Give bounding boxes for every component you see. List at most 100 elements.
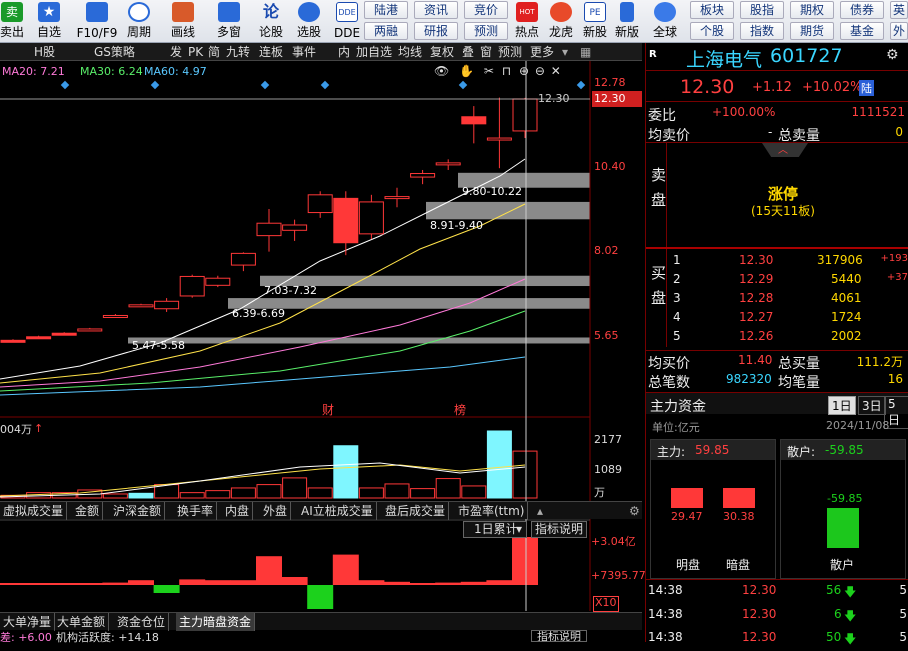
tab-outer[interactable]: 外盘 — [260, 502, 292, 520]
menu-pk[interactable]: PK — [186, 44, 205, 60]
dde-button[interactable]: DDE DDE — [334, 0, 360, 43]
f10-icon — [86, 2, 108, 22]
bonds-button[interactable]: 债券 — [840, 1, 884, 19]
period-button[interactable]: 周期 — [122, 0, 156, 43]
main-toolbar: 卖卖出 ★ 自选 F10/F9 周期 画线 多窗 论论股 选股 DDE DDE 陆港… — [0, 0, 908, 43]
forex-button[interactable]: 外 — [890, 22, 908, 40]
event-diamond-icon[interactable] — [320, 80, 330, 90]
f10-button[interactable]: F10/F9 — [74, 0, 120, 43]
menu-adjust[interactable]: 复权 — [428, 44, 456, 60]
menu-fa[interactable]: 发 — [168, 44, 184, 60]
event-diamond-icon[interactable] — [260, 80, 270, 90]
event-diamond-icon[interactable] — [150, 80, 160, 90]
stock-picker-button[interactable]: 选股 — [292, 0, 326, 43]
bid-row[interactable]: 2 12.29 5440 +37 — [667, 270, 908, 290]
research-button[interactable]: 研报 — [414, 22, 458, 40]
event-diamond-icon[interactable] — [458, 80, 468, 90]
axis-price-3: 10.40 — [594, 160, 626, 173]
options-button[interactable]: 期权 — [790, 1, 834, 19]
menu-events[interactable]: 事件 — [290, 44, 318, 60]
ipo-button[interactable]: PE 新股 — [580, 0, 610, 43]
buy-book: 1 12.30 317906 +193 2 12.29 5440 +37 3 12.28 406… — [666, 249, 908, 347]
watchlist-button[interactable]: ★ 自选 — [30, 0, 68, 43]
tab-ai-volume[interactable]: AI立桩成交量 — [298, 502, 377, 520]
period-select[interactable]: 1日累计 ▾ — [463, 521, 527, 538]
menu-gs-strategy[interactable]: GS策略 — [92, 44, 137, 60]
main-fund-box: 主力: 59.85 29.47 30.38 — [650, 439, 776, 579]
tab-main-dark-fund[interactable]: 主力暗盘资金 — [176, 613, 256, 631]
capital-tab-1d[interactable]: 1日 — [828, 396, 856, 415]
tab-inner[interactable]: 内盘 — [222, 502, 254, 520]
english-button[interactable]: 英 — [890, 1, 908, 19]
candle-body — [26, 336, 52, 340]
news-button[interactable]: 资讯 — [414, 1, 458, 19]
tab-pe-ttm[interactable]: 市盈率(ttm) — [455, 502, 529, 520]
discuss-button[interactable]: 论论股 — [254, 0, 288, 43]
menu-nei[interactable]: 内 — [336, 44, 352, 60]
axis-price-5: 5.65 — [594, 329, 619, 342]
tab-fund-position[interactable]: 资金仓位 — [114, 613, 170, 631]
dragon-tiger-button[interactable]: 龙虎 — [546, 0, 576, 43]
bid-row[interactable]: 4 12.27 1724 — [667, 308, 908, 328]
menu-ma[interactable]: 均线 — [396, 44, 424, 60]
global-button[interactable]: 全球 — [648, 0, 682, 43]
new-version-button[interactable]: 新版 — [612, 0, 642, 43]
hk-connect-button[interactable]: 陆港 — [364, 1, 408, 19]
sell-icon: 卖 — [1, 2, 23, 22]
bid-row[interactable]: 1 12.30 317906 +193 — [667, 251, 908, 271]
auction-button[interactable]: 竞价 — [464, 1, 508, 19]
indicator-help-button[interactable]: 指标说明 — [531, 521, 587, 538]
sector-button[interactable]: 板块 — [690, 1, 734, 19]
menu-limit-up[interactable]: 连板 — [257, 44, 285, 60]
status-help-button[interactable]: 指标说明 — [531, 630, 587, 642]
kline-chart[interactable] — [0, 61, 642, 642]
candle-body — [358, 201, 384, 235]
stocks-button[interactable]: 个股 — [690, 22, 734, 40]
menu-nine-turn[interactable]: 九转 — [224, 44, 252, 60]
funds-button[interactable]: 基金 — [840, 22, 884, 40]
menu-dropdown-icon[interactable]: ▾ — [560, 44, 570, 60]
indices-button[interactable]: 指数 — [740, 22, 784, 40]
tab-big-net[interactable]: 大单净量 — [0, 613, 56, 631]
bottom-tabbar: 大单净量 大单金额 资金仓位 主力暗盘资金 — [0, 612, 642, 631]
multi-window-button[interactable]: 多窗 — [212, 0, 246, 43]
tab-sh-sz-amount[interactable]: 沪深金额 — [110, 502, 166, 520]
marker-ranking[interactable]: 榜 — [454, 402, 466, 418]
hot-button[interactable]: HOT 热点 — [512, 0, 542, 43]
index-futures-button[interactable]: 股指 — [740, 1, 784, 19]
draw-line-button[interactable]: 画线 — [166, 0, 200, 43]
bid-row[interactable]: 3 12.28 4061 — [667, 289, 908, 309]
volume-bar — [282, 477, 308, 499]
tab-after-hours-volume[interactable]: 盘后成交量 — [382, 502, 450, 520]
settings-icon[interactable]: ⚙ — [886, 47, 899, 63]
volume-axis-1: 2177 — [594, 433, 622, 446]
menu-hshare[interactable]: H股 — [32, 44, 57, 60]
candle-body — [307, 194, 333, 214]
menu-simple[interactable]: 简 — [206, 44, 222, 60]
menu-forecast[interactable]: 预测 — [496, 44, 524, 60]
futures-button[interactable]: 期货 — [790, 22, 834, 40]
indicator-tabbar: 虚拟成交量 金额 沪深金额 换手率 内盘 外盘 AI立桩成交量 盘后成交量 市盈… — [0, 501, 643, 520]
forecast-button[interactable]: 预测 — [464, 22, 508, 40]
menu-window[interactable]: 窗 — [478, 44, 494, 60]
menu-more[interactable]: 更多 — [528, 44, 556, 60]
event-diamond-icon[interactable] — [60, 80, 70, 90]
fund-bar — [102, 582, 129, 585]
margin-button[interactable]: 两融 — [364, 22, 408, 40]
event-diamond-icon[interactable] — [576, 80, 586, 90]
menu-add-watchlist[interactable]: 加自选 — [354, 44, 394, 60]
tab-collapse-icon[interactable]: ▴ — [534, 502, 546, 520]
tab-virtual-volume[interactable]: 虚拟成交量 — [0, 502, 68, 520]
tab-settings-icon[interactable]: ⚙ — [626, 502, 643, 520]
tab-amount[interactable]: 金额 — [72, 502, 104, 520]
tab-big-amount[interactable]: 大单金额 — [54, 613, 110, 631]
capital-tab-3d[interactable]: 3日 — [858, 396, 886, 415]
volume-bar — [205, 490, 231, 499]
bid-row[interactable]: 5 12.26 2002 — [667, 327, 908, 347]
tab-turnover[interactable]: 换手率 — [174, 502, 218, 520]
menu-overlay[interactable]: 叠 — [460, 44, 476, 60]
sell-button[interactable]: 卖卖出 — [0, 0, 24, 43]
marker-finance[interactable]: 财 — [322, 402, 334, 418]
menu-grid-icon[interactable]: ▦ — [578, 44, 593, 60]
volume-bar — [358, 487, 384, 499]
